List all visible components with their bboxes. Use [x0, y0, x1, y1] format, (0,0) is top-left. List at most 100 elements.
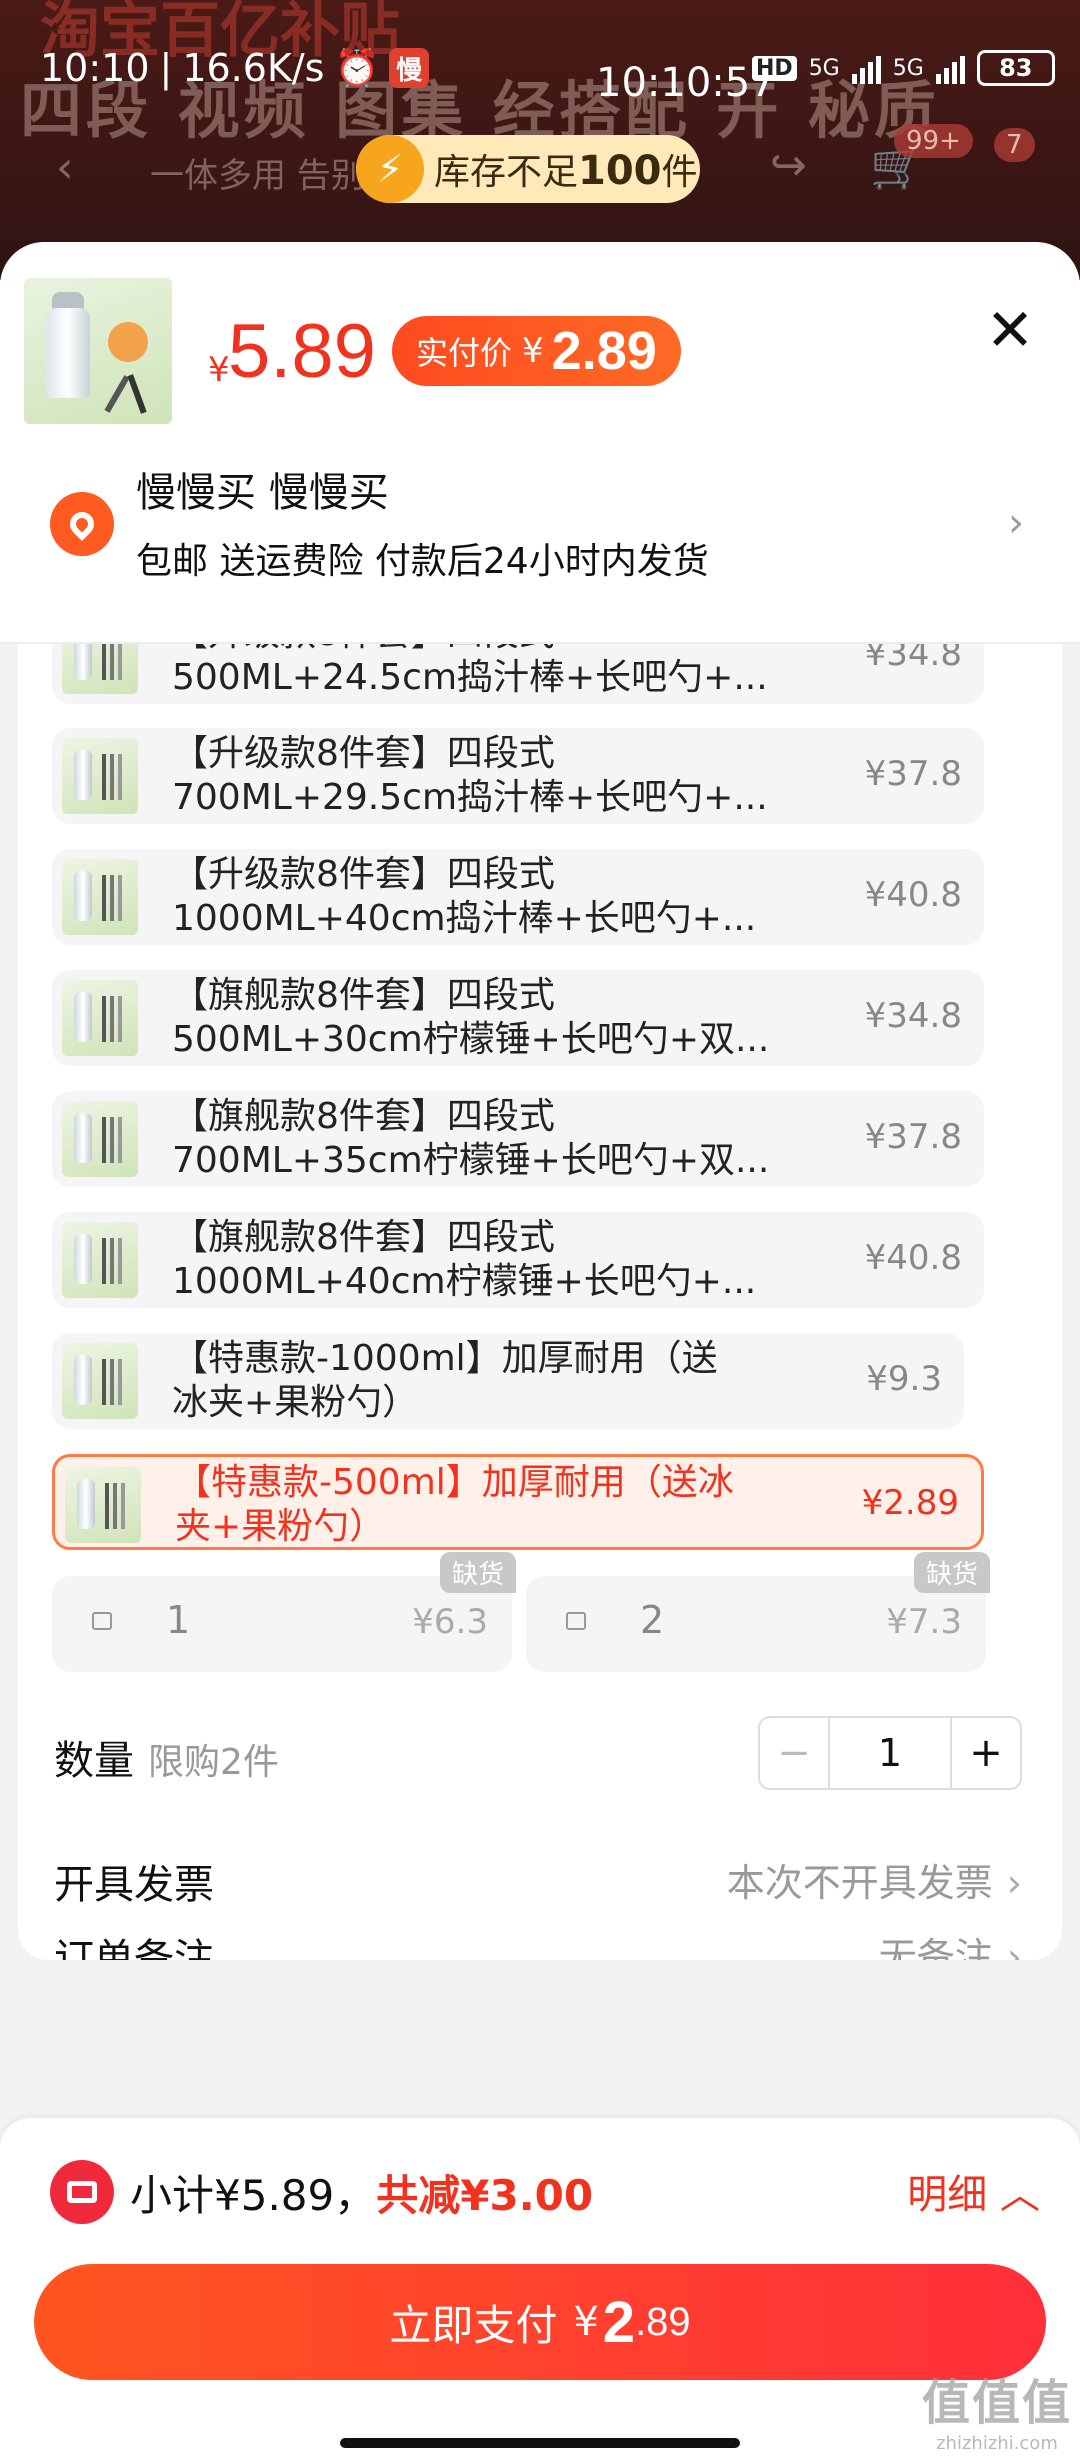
- real-price: 2.89: [551, 321, 657, 381]
- sku-name: 2: [640, 1598, 665, 1642]
- remark-row[interactable]: 无备注 ›: [879, 1926, 1022, 1960]
- product-thumbnail[interactable]: [24, 278, 172, 424]
- sku-name: 1: [166, 1598, 191, 1642]
- real-price-symbol: ¥: [522, 331, 544, 371]
- app-notification-icon: 慢: [389, 48, 430, 88]
- status-center-time: 10:10:57: [596, 60, 776, 106]
- coupon-icon: [50, 2160, 114, 2224]
- sku-thumbnail: [62, 1343, 138, 1419]
- stock-prefix: 库存不足: [434, 152, 579, 193]
- decrease-button[interactable]: −: [760, 1718, 830, 1788]
- sku-price: ¥37.8: [864, 754, 962, 794]
- sku-option-selected[interactable]: 【特惠款-500ml】加厚耐用（送冰 夹+果粉勺） ¥2.89: [52, 1454, 984, 1550]
- sku-price: ¥40.8: [864, 875, 962, 915]
- sku-option[interactable]: 【旗舰款8件套】四段式 1000ML+40cm柠檬锤+长吧勺+... ¥40.8: [52, 1212, 984, 1308]
- net-type-2: 5G: [892, 55, 924, 81]
- quantity-stepper: − 1 +: [758, 1716, 1022, 1790]
- sku-title: 【旗舰款8件套】四段式: [172, 975, 555, 1016]
- detail-toggle[interactable]: 明细 ︿: [907, 2162, 1040, 2220]
- invoice-row[interactable]: 本次不开具发票 ›: [727, 1852, 1022, 1907]
- sku-price: ¥9.3: [866, 1359, 942, 1399]
- sku-price: ¥7.3: [886, 1602, 962, 1642]
- lightning-icon: ⚡: [356, 135, 424, 203]
- checkout-bar: 小计¥5.89，共减¥3.00 明细 ︿ 立即支付 ¥ 2 .89 值值值 zh…: [0, 2118, 1080, 2460]
- sku-price: ¥34.8: [864, 996, 962, 1036]
- quantity-value[interactable]: 1: [830, 1718, 950, 1788]
- sku-spec: 夹+果粉勺）: [175, 1506, 386, 1547]
- status-time: 10:10: [40, 46, 150, 90]
- invoice-value: 本次不开具发票: [726, 1861, 993, 1905]
- watermark-url: zhizhizhi.com: [936, 2433, 1058, 2454]
- increase-button[interactable]: +: [950, 1718, 1020, 1788]
- sku-title: 【旗舰款8件套】四段式: [172, 1217, 555, 1258]
- sku-option-soldout[interactable]: 1 ¥6.3 缺货: [52, 1552, 516, 1672]
- invoice-label: 开具发票: [54, 1862, 214, 1908]
- soldout-tag: 缺货: [913, 1552, 990, 1593]
- more-badge: 7: [994, 128, 1035, 162]
- sku-option[interactable]: 【升级款8件套】四段式 500ML+24.5cm捣汁棒+长吧勺+... ¥34.…: [52, 642, 984, 704]
- sku-option[interactable]: 【升级款8件套】四段式 1000ML+40cm捣汁棒+长吧勺+... ¥40.8: [52, 849, 984, 945]
- stock-suffix: 件: [661, 152, 698, 193]
- signal-icon: [851, 52, 881, 84]
- sheet-header: ¥ 5.89 实付价 ¥ 2.89 ✕ 慢慢买 慢慢买 包邮 送运费险 付款后2…: [0, 242, 1080, 642]
- watermark-logo: 值值值: [921, 2375, 1072, 2431]
- location-icon: [50, 492, 114, 556]
- hd-icon: HD: [752, 55, 797, 81]
- image-icon: [92, 1612, 112, 1630]
- signal-icon-2: [935, 52, 965, 84]
- quantity-row: 数量 限购2件: [54, 1728, 279, 1786]
- sku-thumbnail: [65, 1467, 141, 1543]
- sku-spec: 冰夹+果粉勺）: [172, 1382, 419, 1423]
- remark-label: 订单备注: [54, 1936, 214, 1960]
- sku-price: ¥37.8: [864, 1117, 962, 1157]
- detail-label: 明细: [907, 2172, 988, 2218]
- subtotal: 小计¥5.89，共减¥3.00: [130, 2162, 593, 2223]
- price-symbol: ¥: [208, 350, 230, 390]
- sku-thumbnail: [62, 859, 138, 935]
- pay-symbol: ¥: [573, 2299, 599, 2345]
- bg-sub-text: 一体多用 告别: [150, 156, 365, 196]
- sku-price: ¥34.8: [864, 642, 962, 674]
- sku-title: 【升级款8件套】四段式: [172, 854, 555, 895]
- discount-text: 共减¥3.00: [376, 2171, 594, 2220]
- quantity-limit-hint: 限购2件: [148, 1742, 279, 1783]
- sku-spec: 700ML+35cm柠檬锤+长吧勺+双...: [172, 1140, 770, 1181]
- image-icon: [566, 1612, 586, 1630]
- sku-option-soldout[interactable]: 2 ¥7.3 缺货: [526, 1552, 990, 1672]
- remark-value: 无备注: [878, 1935, 993, 1960]
- chevron-right-icon[interactable]: ›: [1008, 500, 1024, 546]
- pay-amount-dec: .89: [635, 2299, 691, 2344]
- stock-warning: ⚡ 库存不足100件: [356, 135, 700, 203]
- sku-spec: 500ML+30cm柠檬锤+长吧勺+双...: [172, 1019, 770, 1060]
- chevron-right-icon: ›: [1006, 1861, 1022, 1905]
- close-icon[interactable]: ✕: [980, 300, 1040, 360]
- stock-count: 100: [578, 148, 662, 194]
- real-price-badge: 实付价 ¥ 2.89: [392, 316, 681, 386]
- home-indicator[interactable]: [340, 2438, 740, 2448]
- sku-thumbnail: [62, 738, 138, 814]
- pay-now-button[interactable]: 立即支付 ¥ 2 .89: [34, 2264, 1046, 2380]
- net-type-1: 5G: [808, 55, 840, 81]
- sku-option[interactable]: 【特惠款-1000ml】加厚耐用（送 冰夹+果粉勺） ¥9.3: [52, 1333, 964, 1429]
- sku-price: ¥6.3: [412, 1602, 488, 1642]
- sku-spec: 500ML+24.5cm捣汁棒+长吧勺+...: [172, 657, 768, 698]
- sku-thumbnail: [62, 1101, 138, 1177]
- sku-spec: 1000ML+40cm捣汁棒+长吧勺+...: [172, 898, 757, 939]
- share-icon: ↪: [770, 140, 807, 191]
- soldout-tag: 缺货: [439, 1552, 516, 1593]
- sku-option[interactable]: 【旗舰款8件套】四段式 500ML+30cm柠檬锤+长吧勺+双... ¥34.8: [52, 970, 984, 1066]
- sku-price: ¥2.89: [861, 1483, 959, 1523]
- quantity-label: 数量: [54, 1738, 134, 1784]
- sku-options-panel: 【升级款8件套】四段式 500ML+24.5cm捣汁棒+长吧勺+... ¥34.…: [18, 642, 1062, 1960]
- sku-option[interactable]: 【升级款8件套】四段式 700ML+29.5cm捣汁棒+长吧勺+... ¥37.…: [52, 728, 984, 824]
- sku-thumbnail: [62, 642, 138, 694]
- sku-title: 【特惠款-500ml】加厚耐用（送冰: [175, 1462, 734, 1503]
- address-name[interactable]: 慢慢买 慢慢买: [136, 460, 389, 518]
- pay-label: 立即支付: [389, 2300, 558, 2350]
- sku-thumbnail: [62, 1222, 138, 1298]
- sku-spec: 700ML+29.5cm捣汁棒+长吧勺+...: [172, 777, 768, 818]
- sku-price: ¥40.8: [864, 1238, 962, 1278]
- cart-badge: 99+: [894, 124, 973, 158]
- sku-option[interactable]: 【旗舰款8件套】四段式 700ML+35cm柠檬锤+长吧勺+双... ¥37.8: [52, 1091, 984, 1187]
- sku-title: 【特惠款-1000ml】加厚耐用（送: [172, 1338, 718, 1379]
